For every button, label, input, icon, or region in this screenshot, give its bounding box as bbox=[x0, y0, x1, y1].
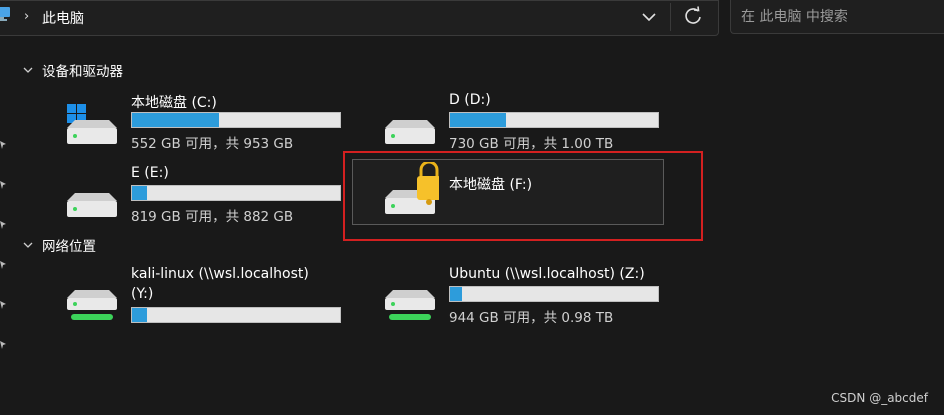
drive-usage-fill bbox=[132, 113, 220, 127]
drive-icon bbox=[385, 120, 435, 144]
drive-letter: (Y:) bbox=[131, 286, 154, 302]
section-title: 网络位置 bbox=[42, 239, 96, 255]
pin-icon[interactable] bbox=[0, 300, 8, 310]
drive-usage-fill bbox=[450, 113, 507, 127]
drive-name: D (D:) bbox=[449, 92, 491, 108]
address-divider bbox=[670, 3, 671, 31]
pin-icon[interactable] bbox=[0, 340, 8, 350]
address-bar[interactable]: › 此电脑 bbox=[0, 0, 719, 36]
drive-name: E (E:) bbox=[131, 165, 169, 181]
drive-usage-bar bbox=[449, 112, 659, 128]
highlight-box bbox=[343, 151, 703, 241]
drive-icon bbox=[67, 193, 117, 217]
drive-tile-e[interactable]: E (E:) 819 GB 可用，共 882 GB bbox=[61, 165, 381, 241]
chevron-down-icon bbox=[23, 242, 33, 248]
network-drive-tile-y[interactable]: kali-linux (\\wsl.localhost) (Y:) bbox=[61, 266, 381, 342]
network-drive-tile-z[interactable]: Ubuntu (\\wsl.localhost) (Z:) 944 GB 可用，… bbox=[379, 266, 699, 342]
chevron-down-icon[interactable] bbox=[638, 7, 660, 27]
section-title: 设备和驱动器 bbox=[42, 64, 123, 80]
network-drive-icon bbox=[385, 290, 435, 320]
pin-icon[interactable] bbox=[0, 260, 8, 270]
search-input[interactable] bbox=[739, 6, 933, 28]
network-drive-icon bbox=[67, 290, 117, 320]
nav-pane-edge bbox=[0, 44, 10, 415]
drive-name: 本地磁盘 (C:) bbox=[131, 95, 217, 111]
breadcrumb-chevron-icon: › bbox=[24, 9, 30, 24]
drive-usage-bar bbox=[131, 307, 341, 323]
pin-icon[interactable] bbox=[0, 220, 8, 230]
section-devices-drives[interactable]: 设备和驱动器 bbox=[22, 60, 123, 80]
windows-drive-icon bbox=[67, 104, 117, 144]
drive-name: kali-linux (\\wsl.localhost) bbox=[131, 266, 309, 282]
chevron-down-icon bbox=[23, 67, 33, 73]
refresh-icon[interactable] bbox=[682, 5, 704, 27]
drive-name: Ubuntu (\\wsl.localhost) (Z:) bbox=[449, 266, 645, 282]
drive-space-info: 730 GB 可用，共 1.00 TB bbox=[449, 136, 614, 152]
top-bar: › 此电脑 bbox=[0, 0, 944, 44]
drive-space-info: 552 GB 可用，共 953 GB bbox=[131, 136, 294, 152]
pin-icon[interactable] bbox=[0, 180, 8, 190]
drive-space-info: 819 GB 可用，共 882 GB bbox=[131, 209, 294, 225]
this-pc-icon bbox=[0, 7, 10, 21]
drive-tile-c[interactable]: 本地磁盘 (C:) 552 GB 可用，共 953 GB bbox=[61, 92, 381, 168]
breadcrumb-this-pc[interactable]: 此电脑 bbox=[42, 8, 84, 28]
section-network-locations[interactable]: 网络位置 bbox=[22, 235, 96, 255]
pin-icon[interactable] bbox=[0, 140, 8, 150]
drive-usage-fill bbox=[132, 186, 147, 200]
drive-usage-bar bbox=[449, 286, 659, 302]
drive-usage-fill bbox=[450, 287, 463, 301]
drive-usage-bar bbox=[131, 112, 341, 128]
drive-space-info: 944 GB 可用，共 0.98 TB bbox=[449, 310, 614, 326]
search-box[interactable] bbox=[730, 0, 944, 34]
drive-usage-bar bbox=[131, 185, 341, 201]
watermark: CSDN @_abcdef bbox=[831, 391, 928, 405]
drive-usage-fill bbox=[132, 308, 147, 322]
